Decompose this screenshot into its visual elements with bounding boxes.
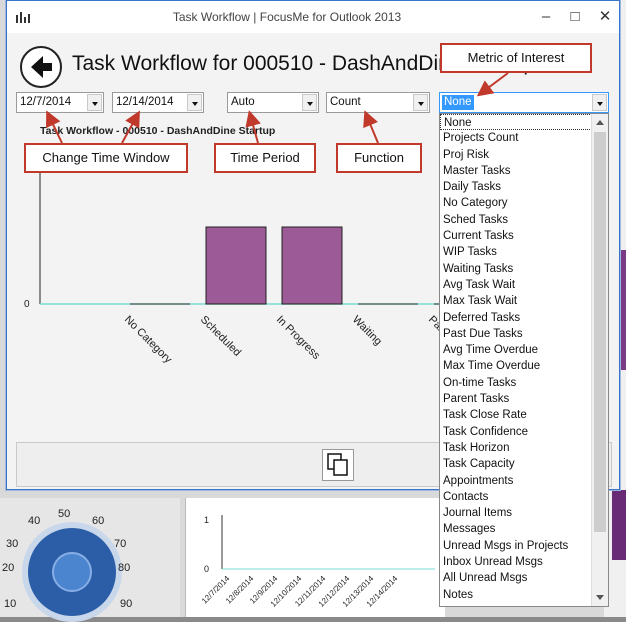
scroll-down-icon[interactable] — [596, 595, 604, 600]
metric-option[interactable]: No Category — [440, 195, 592, 211]
metric-option[interactable]: Avg Task Wait — [440, 277, 592, 293]
metric-option[interactable]: Max Time Overdue — [440, 358, 592, 374]
scrollbar-thumb[interactable] — [594, 132, 606, 532]
dial-label: 60 — [92, 515, 105, 527]
metric-option[interactable]: Task Confidence — [440, 424, 592, 440]
metric-option[interactable]: Current Tasks — [440, 228, 592, 244]
bar-in-progress — [281, 226, 343, 305]
metric-select[interactable]: None — [439, 92, 609, 113]
window-title: Task Workflow | FocusMe for Outlook 2013 — [172, 10, 402, 24]
gauge-dial[interactable] — [22, 522, 122, 622]
chevron-down-icon[interactable] — [413, 94, 428, 111]
mini-chart-y-label: 1 — [204, 515, 209, 525]
metric-option[interactable]: Proj Risk — [440, 147, 592, 163]
function-select[interactable]: Count — [326, 92, 430, 113]
background-accent-block-2 — [612, 490, 626, 560]
chart-x-labels: No Category Scheduled In Progress Waiting Pa… — [122, 314, 440, 367]
metric-option[interactable]: All Unread Msgs — [440, 570, 592, 586]
metric-option[interactable]: Daily Tasks — [440, 179, 592, 195]
title-bar: Task Workflow | FocusMe for Outlook 2013… — [7, 1, 619, 33]
dial-label: 80 — [118, 562, 131, 574]
x-tick-label: No Category — [122, 314, 175, 367]
metric-option[interactable]: None — [440, 114, 592, 131]
function-value: Count — [330, 96, 361, 108]
x-tick-label: Partial — [426, 314, 440, 345]
metric-option[interactable]: Journal Items — [440, 505, 592, 521]
bar-chart: 0 No Category Scheduled In Progress Waiting… — [24, 150, 440, 367]
metric-option[interactable]: Waiting Tasks — [440, 261, 592, 277]
metric-option[interactable]: Parent Tasks — [440, 391, 592, 407]
metric-option[interactable]: Master Tasks — [440, 163, 592, 179]
chevron-down-icon[interactable] — [302, 94, 317, 111]
end-date-picker[interactable]: 12/14/2014 — [112, 92, 204, 113]
time-period-value: Auto — [231, 96, 255, 108]
dial-label: 30 — [6, 538, 19, 550]
mini-chart-y-label: 0 — [204, 564, 209, 574]
dial-label: 20 — [2, 562, 15, 574]
start-date-picker[interactable]: 12/7/2014 — [16, 92, 104, 113]
callout-time-period: Time Period — [214, 143, 316, 173]
metric-option[interactable]: Task Capacity — [440, 456, 592, 472]
chart-subtitle: Task Workflow - 000510 - DashAndDine Sta… — [40, 125, 276, 137]
copy-button[interactable] — [322, 449, 354, 481]
background-mini-chart: 1 0 12/7/201412/8/201412/9/201412/10/201… — [200, 515, 435, 609]
metric-option[interactable]: Task Horizon — [440, 440, 592, 456]
dial-label: 50 — [58, 508, 71, 520]
chevron-down-icon[interactable] — [187, 94, 202, 111]
bar-scheduled — [205, 226, 267, 305]
metric-option[interactable]: Deferred Tasks — [440, 310, 592, 326]
end-date-value: 12/14/2014 — [116, 96, 174, 108]
y-tick-label: 0 — [24, 299, 30, 310]
metric-option[interactable]: Notes — [440, 587, 592, 603]
dropdown-scrollbar[interactable] — [591, 114, 608, 606]
metric-option[interactable]: Avg Time Overdue — [440, 342, 592, 358]
chart-bars — [130, 226, 440, 305]
copy-icon — [327, 453, 348, 476]
metric-option[interactable]: Contacts — [440, 489, 592, 505]
mini-chart-dates: 12/7/201412/8/201412/9/201412/10/201412/… — [200, 574, 400, 609]
metric-option[interactable]: Max Task Wait — [440, 293, 592, 309]
back-button[interactable] — [20, 46, 62, 88]
metric-options: None Projects Count Proj Risk Master Tasks D… — [440, 114, 592, 603]
x-tick-label: Waiting — [350, 314, 384, 348]
dial-label: 90 — [120, 598, 133, 610]
x-tick-label: In Progress — [274, 314, 323, 363]
metric-option[interactable]: Messages — [440, 521, 592, 537]
metric-option[interactable]: Sched Tasks — [440, 212, 592, 228]
callout-metric-of-interest: Metric of Interest — [440, 43, 592, 73]
dial-label: 10 — [4, 598, 17, 610]
metric-option[interactable]: WIP Tasks — [440, 244, 592, 260]
back-arrow-icon — [31, 56, 52, 78]
metric-option[interactable]: Projects Count — [440, 130, 592, 146]
dial-label: 40 — [28, 515, 41, 527]
maximize-button[interactable]: □ — [562, 5, 588, 29]
metric-option[interactable]: Past Due Tasks — [440, 326, 592, 342]
close-button[interactable]: ✕ — [592, 5, 618, 29]
callout-change-time-window: Change Time Window — [24, 143, 188, 173]
x-tick-label: Scheduled — [198, 314, 243, 359]
scroll-up-icon[interactable] — [596, 120, 604, 125]
metric-value: None — [442, 95, 474, 110]
time-period-select[interactable]: Auto — [227, 92, 319, 113]
metric-option[interactable]: Appointments — [440, 473, 592, 489]
start-date-value: 12/7/2014 — [20, 96, 72, 108]
metric-option[interactable]: Unread Msgs in Projects — [440, 538, 592, 554]
chevron-down-icon[interactable] — [592, 94, 607, 111]
metric-option[interactable]: Task Close Rate — [440, 407, 592, 423]
callout-function: Function — [336, 143, 422, 173]
metric-option[interactable]: Inbox Unread Msgs — [440, 554, 592, 570]
metric-option[interactable]: On-time Tasks — [440, 375, 592, 391]
chevron-down-icon[interactable] — [87, 94, 102, 111]
metric-dropdown-list[interactable]: None Projects Count Proj Risk Master Tasks D… — [439, 113, 609, 607]
dial-label: 70 — [114, 538, 127, 550]
gauge-knob — [52, 552, 92, 592]
minimize-button[interactable]: – — [533, 5, 559, 29]
